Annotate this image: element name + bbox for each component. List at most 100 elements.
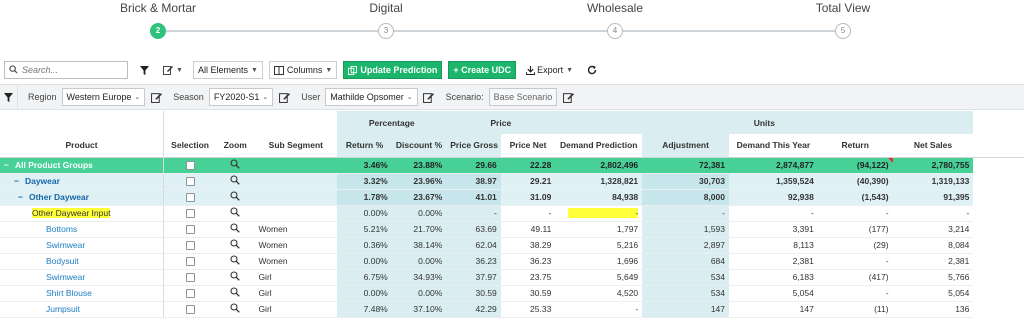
adjustment-cell[interactable]: 147	[642, 301, 729, 318]
selection-cell[interactable]	[163, 173, 217, 190]
product-cell[interactable]: Swimwear	[0, 269, 165, 286]
return-pct-cell[interactable]: 0.00%	[337, 253, 392, 270]
discount-pct-cell[interactable]: 37.10%	[391, 301, 447, 318]
search-input[interactable]	[22, 65, 122, 75]
discount-pct-cell[interactable]: 0.00%	[391, 253, 447, 270]
discount-pct-cell[interactable]: 23.96%	[391, 173, 447, 190]
selection-cell[interactable]	[163, 285, 217, 302]
adjustment-cell[interactable]: 534	[642, 269, 729, 286]
edit-menu-button[interactable]: ▼	[159, 61, 187, 79]
step-wholesale[interactable]: Wholesale 4	[555, 0, 675, 39]
col-header-product[interactable]: Product	[0, 134, 164, 158]
selection-checkbox[interactable]	[185, 225, 195, 235]
region-select[interactable]: Western Europe ⌄	[61, 88, 146, 106]
price-gross-cell[interactable]: 63.69	[446, 221, 501, 238]
season-select[interactable]: FY2020-S1 ⌄	[208, 88, 274, 106]
col-header-discount-pct[interactable]: Discount %	[391, 134, 447, 158]
product-name[interactable]: Swimwear	[46, 240, 85, 250]
return-pct-cell[interactable]: 6.75%	[337, 269, 392, 286]
discount-pct-cell[interactable]: 21.70%	[391, 221, 447, 238]
step-digital[interactable]: Digital 3	[326, 0, 446, 39]
adjustment-cell[interactable]: 2,897	[642, 237, 729, 254]
product-name[interactable]: Bodysuit	[46, 256, 79, 266]
product-name[interactable]: All Product Groups	[15, 160, 93, 170]
discount-pct-cell[interactable]: 23.67%	[391, 189, 447, 206]
product-cell[interactable]: Shirt Blouse	[0, 285, 165, 302]
zoom-cell[interactable]	[216, 157, 255, 174]
refresh-button[interactable]	[583, 61, 601, 79]
user-select[interactable]: Mathilde Opsomer ⌄	[325, 88, 418, 106]
table-row[interactable]: − Daywear 3.32% 23.96% 38.97 29.21 1,328,821 30…	[0, 173, 1024, 190]
return-pct-cell[interactable]: 3.46%	[337, 157, 392, 174]
return-pct-cell[interactable]: 0.00%	[337, 285, 392, 302]
col-header-return[interactable]: Return	[817, 134, 893, 158]
col-header-price-gross[interactable]: Price Gross	[446, 134, 501, 158]
return-pct-cell[interactable]: 0.36%	[337, 237, 392, 254]
zoom-icon[interactable]	[230, 175, 241, 187]
product-cell[interactable]: − Other Daywear	[0, 189, 165, 206]
table-row[interactable]: Swimwear Women 0.36% 38.14% 62.04 38.29 5,216 2…	[0, 237, 1024, 254]
product-cell[interactable]: Bodysuit	[0, 253, 165, 270]
col-header-net-sales[interactable]: Net Sales	[892, 134, 974, 158]
table-row[interactable]: − Other Daywear 1.78% 23.67% 41.01 31.09 84,93…	[0, 189, 1024, 206]
product-name[interactable]: Jumpsuit	[46, 304, 80, 314]
price-gross-cell[interactable]: 41.01	[446, 189, 501, 206]
discount-pct-cell[interactable]: 0.00%	[391, 285, 447, 302]
edit-season-icon[interactable]	[277, 90, 291, 104]
zoom-icon[interactable]	[230, 255, 241, 267]
zoom-cell[interactable]	[216, 237, 255, 254]
selection-checkbox[interactable]	[185, 273, 195, 283]
columns-dropdown[interactable]: Columns ▼	[268, 61, 338, 79]
create-udc-button[interactable]: + Create UDC	[448, 61, 517, 79]
filter-button[interactable]	[136, 61, 153, 79]
zoom-cell[interactable]	[216, 301, 255, 318]
discount-pct-cell[interactable]: 0.00%	[391, 205, 447, 222]
price-gross-cell[interactable]: 36.23	[446, 253, 501, 270]
product-cell[interactable]: Other Daywear Input	[0, 205, 165, 222]
discount-pct-cell[interactable]: 38.14%	[391, 237, 447, 254]
adjustment-cell[interactable]: 72,381	[642, 157, 729, 174]
product-name[interactable]: Swimwear	[46, 272, 85, 282]
table-row[interactable]: − All Product Groups 3.46% 23.88% 29.66 22.28…	[0, 157, 1024, 174]
zoom-cell[interactable]	[216, 205, 255, 222]
selection-cell[interactable]	[163, 189, 217, 206]
adjustment-cell[interactable]: 1,593	[642, 221, 729, 238]
edit-scenario-icon[interactable]	[561, 90, 575, 104]
product-cell[interactable]: − Daywear	[0, 173, 165, 190]
selection-cell[interactable]	[163, 157, 217, 174]
export-dropdown[interactable]: Export ▼	[522, 61, 577, 79]
price-gross-cell[interactable]: 62.04	[446, 237, 501, 254]
product-name[interactable]: Daywear	[25, 176, 60, 186]
col-header-return-pct[interactable]: Return %	[337, 134, 392, 158]
col-header-demand-this-year[interactable]: Demand This Year	[729, 134, 818, 158]
selection-cell[interactable]	[163, 205, 217, 222]
zoom-icon[interactable]	[230, 191, 241, 203]
product-cell[interactable]: Jumpsuit	[0, 301, 165, 318]
selection-checkbox[interactable]	[185, 289, 195, 299]
zoom-icon[interactable]	[230, 287, 241, 299]
adjustment-cell[interactable]: 30,703	[642, 173, 729, 190]
selection-cell[interactable]	[163, 221, 217, 238]
price-gross-cell[interactable]: 38.97	[446, 173, 501, 190]
step-total-view[interactable]: Total View 5	[783, 0, 903, 39]
return-pct-cell[interactable]: 3.32%	[337, 173, 392, 190]
return-pct-cell[interactable]: 1.78%	[337, 189, 392, 206]
selection-cell[interactable]	[163, 253, 217, 270]
zoom-cell[interactable]	[216, 189, 255, 206]
selection-checkbox[interactable]	[185, 161, 195, 171]
zoom-icon[interactable]	[230, 223, 241, 235]
selection-checkbox[interactable]	[185, 193, 195, 203]
table-row[interactable]: Shirt Blouse Girl 0.00% 0.00% 30.59 30.59 4,52…	[0, 285, 1024, 302]
price-gross-cell[interactable]: 42.29	[446, 301, 501, 318]
filter-toggle[interactable]	[0, 84, 18, 110]
col-header-zoom[interactable]: Zoom	[216, 134, 255, 158]
selection-checkbox[interactable]	[185, 241, 195, 251]
zoom-icon[interactable]	[230, 303, 241, 315]
product-name[interactable]: Bottoms	[46, 224, 77, 234]
table-row[interactable]: Jumpsuit Girl 7.48% 37.10% 42.29 25.33-147 147…	[0, 301, 1024, 318]
return-pct-cell[interactable]: 0.00%	[337, 205, 392, 222]
price-gross-cell[interactable]: 30.59	[446, 285, 501, 302]
selection-cell[interactable]	[163, 269, 217, 286]
price-gross-cell[interactable]: 29.66	[446, 157, 501, 174]
zoom-icon[interactable]	[230, 239, 241, 251]
